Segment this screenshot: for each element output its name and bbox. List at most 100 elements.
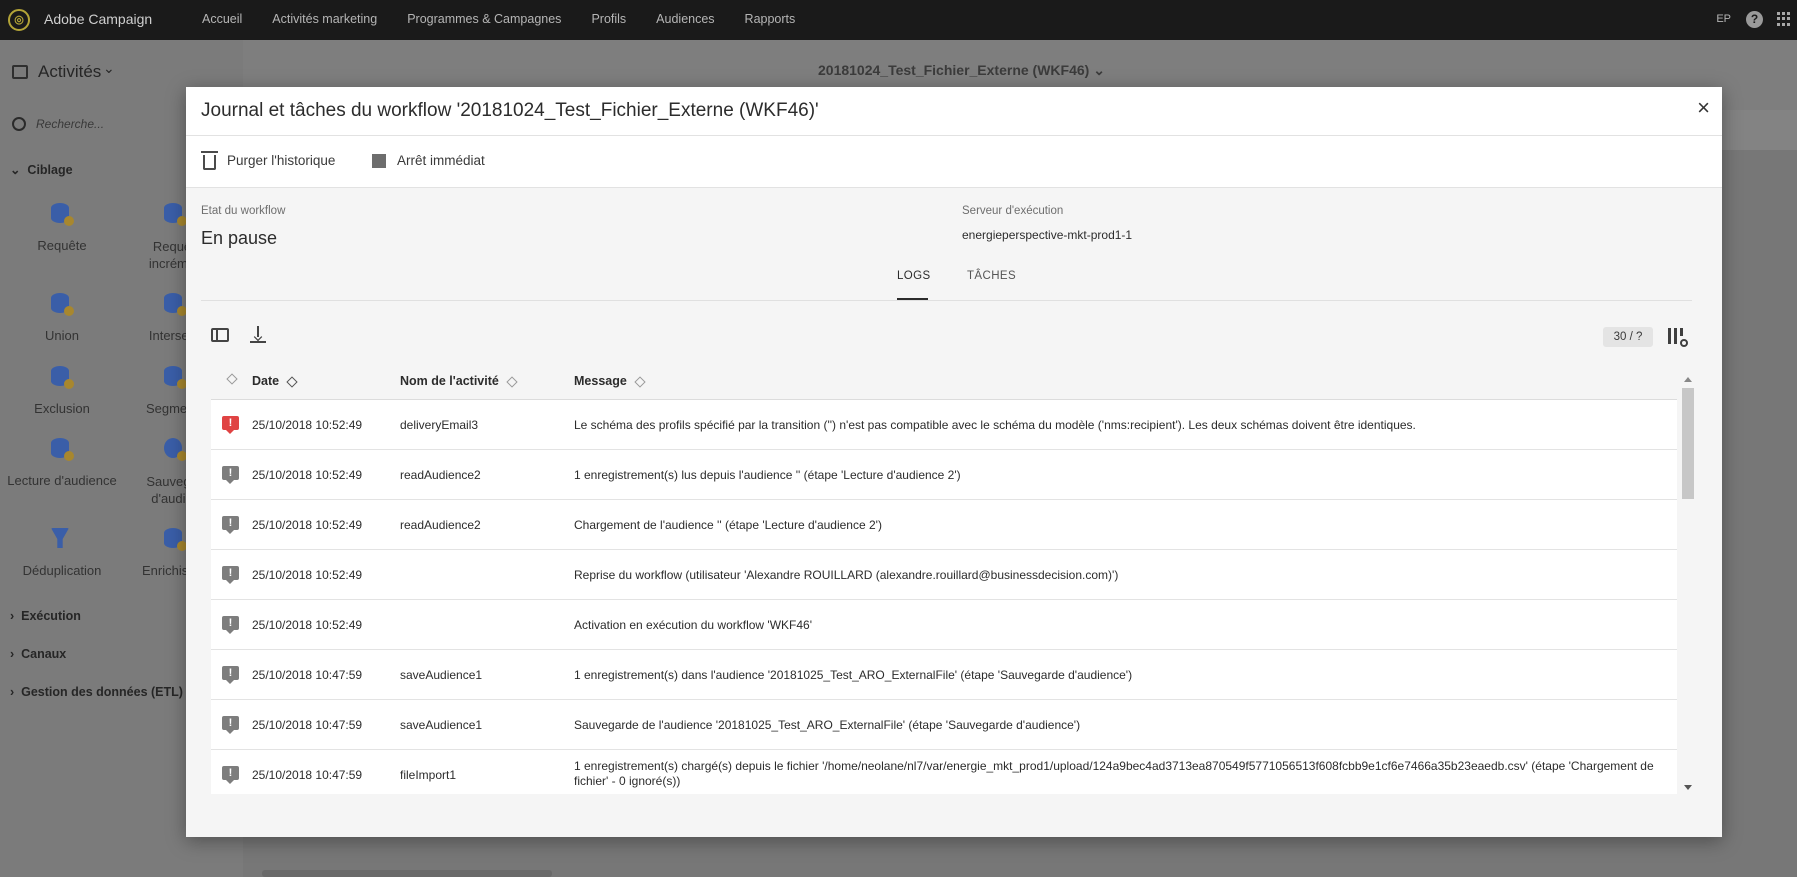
dialog-header: Journal et tâches du workflow '20181024_… [186, 87, 1722, 136]
record-count-badge: 30 / ? [1603, 327, 1653, 347]
section-execution-label: Exécution [21, 609, 81, 623]
apps-grid-icon[interactable] [1777, 12, 1791, 26]
purge-history-label: Purger l'historique [227, 153, 336, 168]
execution-server-label: Serveur d'exécution [962, 205, 1064, 217]
chevron-down-icon: ⌄ [1093, 62, 1105, 78]
horizontal-scrollbar[interactable] [262, 870, 552, 877]
table-row[interactable]: ! 25/10/2018 10:47:59 saveAudience1 Sauv… [211, 700, 1677, 750]
column-header-activity[interactable]: Nom de l'activité [400, 374, 518, 388]
sort-icon [286, 376, 298, 388]
table-body: ! 25/10/2018 10:52:49 deliveryEmail3 Le … [211, 400, 1677, 794]
table-row[interactable]: ! 25/10/2018 10:52:49 deliveryEmail3 Le … [211, 400, 1677, 450]
scroll-thumb[interactable] [1682, 388, 1694, 499]
section-ciblage[interactable]: ⌄ Ciblage [10, 162, 73, 177]
tab-logs[interactable]: LOGS [897, 270, 931, 282]
brand-name[interactable]: Adobe Campaign [44, 11, 152, 27]
column-message-label: Message [574, 374, 627, 388]
activities-search-input[interactable]: Recherche... [36, 117, 104, 131]
nav-rapports[interactable]: Rapports [745, 12, 796, 26]
table-row[interactable]: ! 25/10/2018 10:52:49 readAudience2 Char… [211, 500, 1677, 550]
panel-toggle-icon[interactable] [12, 65, 28, 79]
nav-programmes-campagnes[interactable]: Programmes & Campagnes [407, 12, 561, 26]
info-message-icon: ! [222, 766, 239, 784]
adobe-logo-icon[interactable]: ◎ [8, 9, 30, 31]
panel-layout-icon[interactable] [211, 328, 229, 342]
table-row[interactable]: ! 25/10/2018 10:52:49 Reprise du workflo… [211, 550, 1677, 600]
workflow-log-dialog: Journal et tâches du workflow '20181024_… [186, 87, 1722, 837]
info-message-icon: ! [222, 466, 239, 484]
workflow-state-value: En pause [201, 228, 278, 248]
row-date: 25/10/2018 10:52:49 [252, 418, 363, 432]
info-message-icon: ! [222, 666, 239, 684]
scroll-up-icon[interactable] [1684, 377, 1692, 382]
table-vertical-scrollbar[interactable] [1682, 377, 1694, 797]
activity-union[interactable]: Union [2, 328, 122, 343]
row-message: 1 enregistrement(s) lus depuis l'audienc… [574, 468, 961, 482]
database-icon [164, 203, 187, 226]
row-activity: deliveryEmail3 [400, 418, 479, 432]
section-execution[interactable]: › Exécution [10, 609, 81, 623]
execution-server-value: energieperspective-mkt-prod1-1 [962, 228, 1133, 242]
scroll-down-icon[interactable] [1684, 785, 1692, 790]
section-etl-label: Gestion des données (ETL) [21, 685, 183, 699]
chevron-down-icon[interactable]: ⌄ [103, 60, 115, 77]
top-bar: ◎ Adobe Campaign Accueil Activités marke… [0, 0, 1797, 40]
purge-history-button[interactable]: Purger l'historique [201, 151, 336, 170]
activity-deduplication[interactable]: Déduplication [2, 563, 122, 578]
row-date: 25/10/2018 10:52:49 [252, 568, 363, 582]
sort-icon [506, 376, 518, 388]
activity-requete[interactable]: Requête [2, 238, 122, 253]
stop-icon [372, 153, 386, 168]
activity-exclusion[interactable]: Exclusion [2, 401, 122, 416]
table-header: Date Nom de l'activité Message [211, 362, 1677, 400]
row-message: 1 enregistrement(s) chargé(s) depuis le … [574, 759, 1654, 788]
section-ciblage-label: Ciblage [27, 163, 73, 177]
database-icon [164, 366, 187, 389]
nav-accueil[interactable]: Accueil [202, 12, 242, 26]
dialog-toolbar: Purger l'historique Arrêt immédiat [186, 136, 1722, 188]
help-icon[interactable]: ? [1746, 11, 1763, 28]
workflow-title-dropdown[interactable]: 20181024_Test_Fichier_Externe (WKF46) ⌄ [818, 62, 1105, 79]
download-icon[interactable] [250, 326, 266, 344]
info-message-icon: ! [222, 516, 239, 534]
close-icon[interactable]: × [1697, 97, 1710, 119]
user-initials[interactable]: EP [1716, 13, 1731, 25]
workflow-title: 20181024_Test_Fichier_Externe (WKF46) [818, 62, 1090, 78]
tab-taches[interactable]: TÂCHES [967, 270, 1016, 282]
column-header-message[interactable]: Message [574, 374, 646, 388]
nav-profils[interactable]: Profils [591, 12, 626, 26]
info-message-icon: ! [222, 566, 239, 584]
table-row[interactable]: ! 25/10/2018 10:52:49 Activation en exéc… [211, 600, 1677, 650]
error-message-icon: ! [222, 416, 239, 434]
funnel-icon [51, 528, 69, 548]
tabs-divider [201, 300, 1692, 301]
main-nav: Accueil Activités marketing Programmes &… [202, 12, 825, 26]
table-row[interactable]: ! 25/10/2018 10:47:59 fileImport1 1 enre… [211, 750, 1677, 794]
info-message-icon: ! [222, 716, 239, 734]
table-row[interactable]: ! 25/10/2018 10:47:59 saveAudience1 1 en… [211, 650, 1677, 700]
activities-panel-title[interactable]: Activités [38, 62, 101, 82]
row-message: 1 enregistrement(s) dans l'audience '201… [574, 668, 1133, 682]
activity-lecture-audience[interactable]: Lecture d'audience [2, 473, 122, 488]
sort-type-icon[interactable] [226, 373, 238, 385]
row-message: Chargement de l'audience '' (étape 'Lect… [574, 518, 882, 532]
column-header-date[interactable]: Date [252, 374, 298, 388]
section-etl[interactable]: › Gestion des données (ETL) [10, 685, 183, 699]
column-settings-icon[interactable] [1668, 327, 1688, 347]
database-icon [164, 528, 187, 551]
row-activity: saveAudience1 [400, 718, 483, 732]
row-activity: readAudience2 [400, 518, 481, 532]
section-canaux[interactable]: › Canaux [10, 647, 66, 661]
row-message: Sauvegarde de l'audience '20181025_Test_… [574, 718, 1081, 732]
nav-audiences[interactable]: Audiences [656, 12, 714, 26]
immediate-stop-button[interactable]: Arrêt immédiat [372, 153, 485, 168]
section-canaux-label: Canaux [21, 647, 67, 661]
nav-activites-marketing[interactable]: Activités marketing [272, 12, 377, 26]
database-icon [51, 203, 74, 226]
user-icon [164, 438, 187, 461]
table-row[interactable]: ! 25/10/2018 10:52:49 readAudience2 1 en… [211, 450, 1677, 500]
row-message: Activation en exécution du workflow 'WKF… [574, 618, 813, 632]
sort-icon [634, 376, 646, 388]
row-activity: fileImport1 [400, 768, 457, 782]
row-activity: readAudience2 [400, 468, 481, 482]
